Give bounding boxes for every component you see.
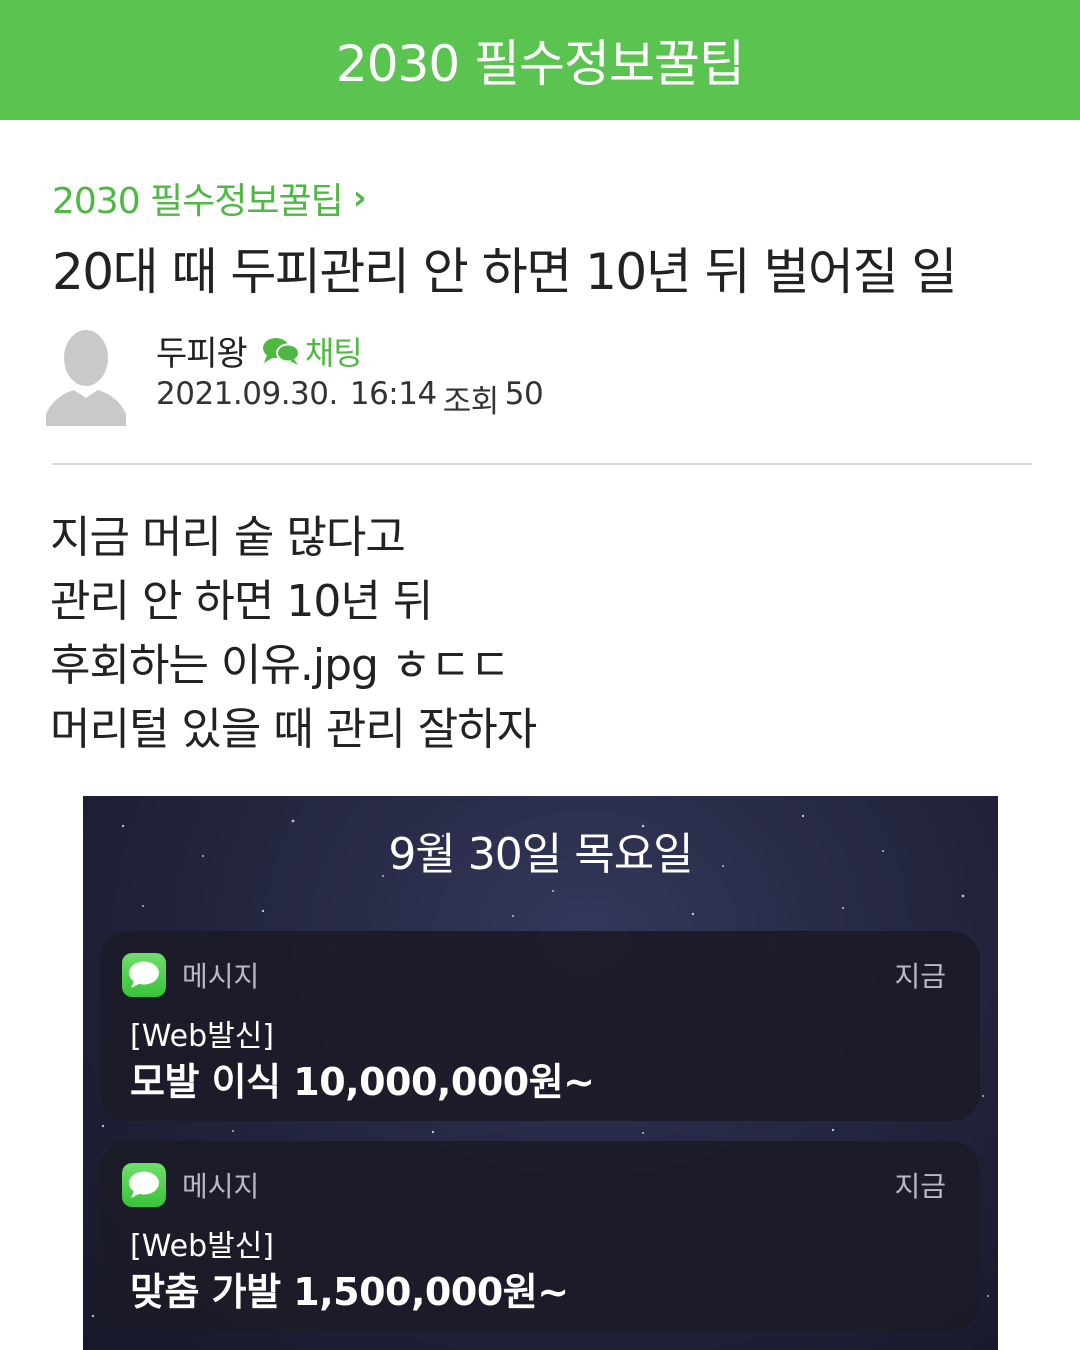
- author-name[interactable]: 두피왕: [156, 326, 248, 375]
- author-row: 두피왕 채팅: [156, 326, 363, 375]
- notification-card[interactable]: 메시지 지금 [Web발신] 맞춤 가발 1,500,000원~: [100, 1141, 980, 1331]
- top-bar: 2030 필수정보꿀팁: [0, 0, 1080, 120]
- post-title: 20대 때 두피관리 안 하면 10년 뒤 벌어질 일: [52, 243, 957, 301]
- notification-app-name: 메시지: [182, 960, 260, 993]
- lockscreen-date: 9월 30일 목요일: [388, 829, 693, 880]
- notification-card[interactable]: 메시지 지금 [Web발신] 모발 이식 10,000,000원~: [100, 931, 980, 1121]
- messages-app-icon: [122, 953, 166, 997]
- chevron-right-icon: ›: [352, 178, 367, 218]
- notification-message: 모발 이식 10,000,000원~: [130, 1060, 595, 1104]
- board-link[interactable]: 2030 필수정보꿀팁 ›: [52, 172, 367, 224]
- notification-sender: [Web발신]: [130, 1019, 275, 1054]
- notification-app-name: 메시지: [182, 1170, 260, 1203]
- chat-button[interactable]: 채팅: [261, 328, 363, 374]
- post-body: 지금 머리 숱 많다고 관리 안 하면 10년 뒤 후회하는 이유.jpg ㅎㄷ…: [50, 506, 537, 762]
- views-label: 조회: [442, 384, 500, 420]
- views-count: 50: [504, 376, 544, 412]
- notification-time: 지금: [894, 960, 946, 993]
- body-line: 머리털 있을 때 관리 잘하자: [50, 704, 537, 755]
- notification-sender: [Web발신]: [130, 1229, 275, 1264]
- cafe-title[interactable]: 2030 필수정보꿀팁: [336, 24, 745, 96]
- chat-bubbles-icon: [262, 337, 300, 365]
- lockscreen-image[interactable]: 9월 30일 목요일 메시지 지금 [Web발신] 모발 이식 10,000,0…: [83, 796, 998, 1350]
- chat-label: 채팅: [304, 333, 363, 372]
- notification-time: 지금: [894, 1170, 946, 1203]
- body-line: 지금 머리 숱 많다고: [50, 512, 406, 563]
- messages-app-icon: [122, 1163, 166, 1207]
- body-line: 후회하는 이유.jpg ㅎㄷㄷ: [50, 640, 510, 691]
- notification-message: 맞춤 가발 1,500,000원~: [130, 1270, 569, 1314]
- default-profile-icon[interactable]: [46, 326, 126, 426]
- post-date: 2021.09.30.: [156, 376, 338, 412]
- divider: [52, 463, 1032, 465]
- board-name: 2030 필수정보꿀팁: [52, 181, 344, 222]
- post-time: 16:14: [349, 376, 437, 412]
- body-line: 관리 안 하면 10년 뒤: [50, 576, 433, 627]
- post-meta: 2021.09.30. 16:14 조회 50: [156, 376, 544, 421]
